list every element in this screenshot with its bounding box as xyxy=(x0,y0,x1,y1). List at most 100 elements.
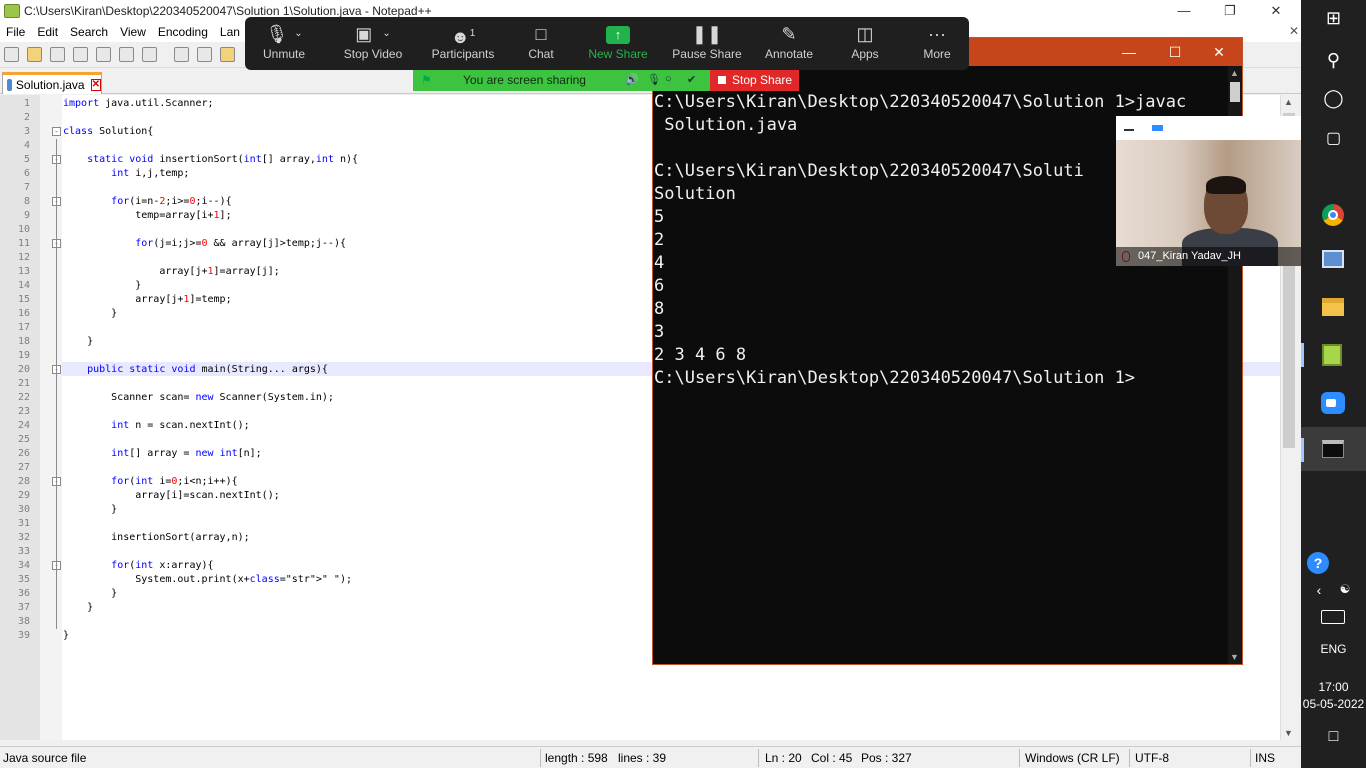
new-share-button[interactable]: ↑ New Share xyxy=(585,17,651,70)
code-line[interactable]: insertionSort(array,n); xyxy=(63,531,249,545)
screen-sharing-bar: ⚑ You are screen sharing 🔊 🎙 ○ ✔ Stop Sh… xyxy=(413,70,799,91)
zoom-icon[interactable] xyxy=(1321,392,1345,414)
clock-date[interactable]: 05-05-2022 xyxy=(1301,697,1366,711)
minimize-video-icon[interactable] xyxy=(1124,129,1134,131)
search-icon[interactable]: ⚲ xyxy=(1301,50,1366,71)
language-indicator[interactable]: ENG xyxy=(1301,642,1366,656)
code-line[interactable]: static void insertionSort(int[] array,in… xyxy=(63,153,358,167)
code-line[interactable]: } xyxy=(63,307,117,321)
line-number: 27 xyxy=(17,462,30,473)
console-line: C:\Users\Kiran\Desktop\220340520047\Solu… xyxy=(654,368,1136,388)
notepadpp-taskbar-icon[interactable] xyxy=(1322,344,1342,366)
open-file-icon[interactable] xyxy=(27,47,42,62)
close-file-icon[interactable] xyxy=(96,47,111,62)
code-line[interactable]: array[j+1]=temp; xyxy=(63,293,231,307)
speaker-icon[interactable]: 🔊 xyxy=(625,73,639,86)
chrome-icon[interactable] xyxy=(1322,204,1344,226)
close-all-icon[interactable] xyxy=(119,47,134,62)
menu-edit[interactable]: Edit xyxy=(31,25,64,39)
code-line[interactable]: class Solution{ xyxy=(63,125,153,139)
menu-file[interactable]: File xyxy=(0,25,31,39)
code-line[interactable]: } xyxy=(63,503,117,517)
scroll-down-icon[interactable]: ▼ xyxy=(1284,728,1293,738)
console-line: 2 3 4 6 8 xyxy=(654,345,747,365)
cortana-icon[interactable]: ◯ xyxy=(1301,88,1366,109)
tab-close-icon[interactable]: ✕ xyxy=(90,78,101,91)
code-line[interactable]: array[i]=scan.nextInt(); xyxy=(63,489,280,503)
tab-label: Solution.java xyxy=(15,77,85,92)
code-line[interactable]: int[] array = new int[n]; xyxy=(63,447,262,461)
zoom-help-icon[interactable]: ? xyxy=(1307,552,1329,574)
cmd-taskbar-icon[interactable] xyxy=(1322,440,1344,458)
code-line[interactable]: } xyxy=(63,335,93,349)
unmute-button[interactable]: 🎙 ⌄ Unmute xyxy=(253,17,315,70)
line-number: 14 xyxy=(17,280,30,291)
close-button[interactable]: ✕ xyxy=(1256,0,1296,22)
mic-off-small-icon[interactable]: 🎙 xyxy=(647,73,661,86)
code-line[interactable]: for(int i=0;i<n;i++){ xyxy=(63,475,237,489)
remote-desktop-icon[interactable] xyxy=(1322,250,1344,268)
apps-button[interactable]: ◫ Apps xyxy=(843,17,887,70)
code-line[interactable]: System.out.print(x+class="str">" "); xyxy=(63,573,352,587)
security-shield-icon[interactable]: ✔ xyxy=(687,73,696,86)
record-icon[interactable]: ○ xyxy=(665,73,672,85)
code-line[interactable]: } xyxy=(63,601,93,615)
minimize-button[interactable]: — xyxy=(1164,0,1204,22)
file-explorer-icon[interactable] xyxy=(1322,298,1344,316)
new-file-icon[interactable] xyxy=(4,47,19,62)
more-button[interactable]: ··· More xyxy=(913,17,961,70)
code-line[interactable]: public static void main(String... args){ xyxy=(63,363,328,377)
clock-time[interactable]: 17:00 xyxy=(1301,680,1366,694)
menu-search[interactable]: Search xyxy=(64,25,114,39)
save-icon[interactable] xyxy=(50,47,65,62)
stop-share-button[interactable]: Stop Share xyxy=(710,70,799,91)
code-line[interactable]: for(i=n-2;i>=0;i--){ xyxy=(63,195,231,209)
code-line[interactable]: Scanner scan= new Scanner(System.in); xyxy=(63,391,334,405)
code-line[interactable]: } xyxy=(63,587,117,601)
code-line[interactable]: temp=array[i+1]; xyxy=(63,209,231,223)
keyboard-icon[interactable] xyxy=(1321,610,1345,624)
menu-encoding[interactable]: Encoding xyxy=(152,25,214,39)
chat-button[interactable]: □ Chat xyxy=(521,17,561,70)
line-number: 1 xyxy=(23,98,30,109)
task-view-icon[interactable]: ▢ xyxy=(1301,128,1366,148)
fold-toggle-icon[interactable]: - xyxy=(52,127,61,136)
paste-icon[interactable] xyxy=(220,47,235,62)
line-number: 22 xyxy=(17,392,30,403)
participant-video-tile[interactable]: 047_Kiran Yadav_JH xyxy=(1116,116,1301,266)
wifi-icon[interactable]: ☯ xyxy=(1331,582,1359,596)
cmd-scroll-thumb[interactable] xyxy=(1230,82,1240,102)
cmd-close-button[interactable]: ✕ xyxy=(1196,38,1242,66)
status-file-type: Java source file xyxy=(3,751,87,765)
scroll-up-icon[interactable]: ▲ xyxy=(1284,97,1293,107)
annotate-button[interactable]: ✎ Annotate xyxy=(759,17,819,70)
cut-icon[interactable] xyxy=(174,47,189,62)
maximize-button[interactable]: ❐ xyxy=(1210,0,1250,22)
print-icon[interactable] xyxy=(142,47,157,62)
pause-share-button[interactable]: ❚❚ Pause Share xyxy=(671,17,743,70)
participants-button[interactable]: ☻1 Participants xyxy=(427,17,499,70)
cmd-minimize-button[interactable]: — xyxy=(1106,38,1152,66)
code-line[interactable]: } xyxy=(63,279,141,293)
start-windows-icon[interactable]: ⊞ xyxy=(1301,8,1366,29)
code-line[interactable]: } xyxy=(63,629,69,643)
code-line[interactable]: import java.util.Scanner; xyxy=(63,97,214,111)
menu-view[interactable]: View xyxy=(114,25,152,39)
code-line[interactable]: for(int x:array){ xyxy=(63,559,213,573)
menu-language[interactable]: Lan xyxy=(214,25,246,39)
sharing-grip-icon[interactable]: ⚑ xyxy=(421,73,432,87)
notification-icon[interactable]: □ xyxy=(1301,728,1366,746)
save-all-icon[interactable] xyxy=(73,47,88,62)
tab-solution-java[interactable]: Solution.java ✕ xyxy=(2,72,102,94)
console-line: 8 xyxy=(654,299,665,319)
view-toggle-icon[interactable] xyxy=(1152,125,1163,131)
cmd-scroll-down-icon[interactable]: ▼ xyxy=(1230,652,1239,662)
copy-icon[interactable] xyxy=(197,47,212,62)
cmd-scroll-up-icon[interactable]: ▲ xyxy=(1230,68,1239,78)
cmd-maximize-button[interactable]: ☐ xyxy=(1152,38,1198,66)
code-line[interactable]: array[j+1]=array[j]; xyxy=(63,265,279,279)
code-line[interactable]: int n = scan.nextInt(); xyxy=(63,419,249,433)
code-line[interactable]: int i,j,temp; xyxy=(63,167,189,181)
code-line[interactable]: for(j=i;j>=0 && array[j]>temp;j--){ xyxy=(63,237,346,251)
stop-video-button[interactable]: ▣ ⌄ Stop Video xyxy=(335,17,411,70)
